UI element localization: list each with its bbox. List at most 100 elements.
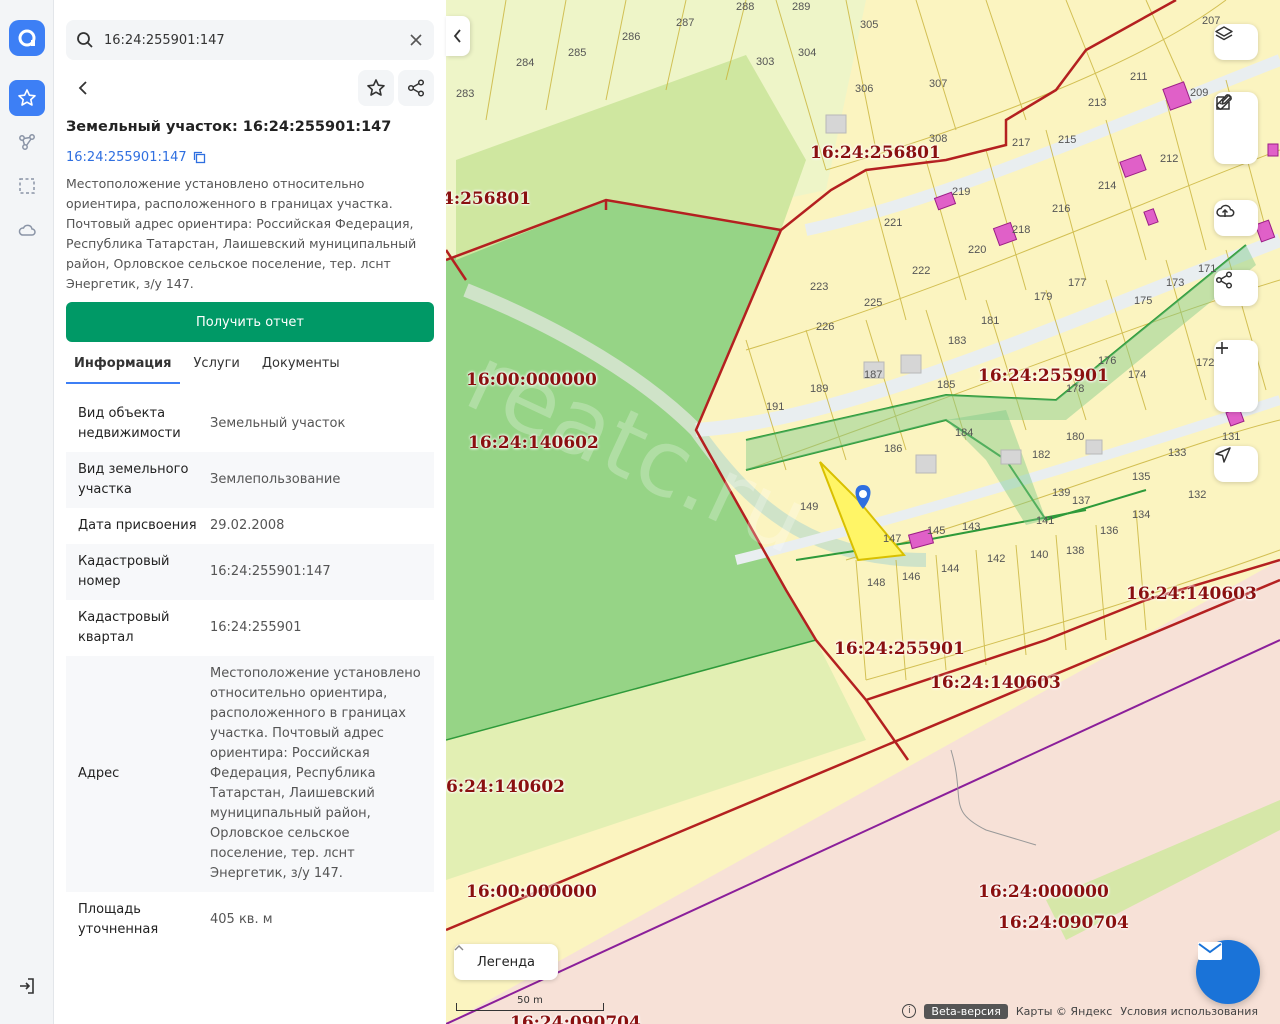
info-icon[interactable]: i	[902, 1004, 917, 1018]
legend-label: Легенда	[476, 954, 536, 970]
parcel-number: 212	[1160, 153, 1179, 165]
collapse-panel-button[interactable]	[446, 16, 470, 56]
share-button[interactable]	[398, 70, 434, 106]
route-icon[interactable]	[9, 124, 45, 160]
parcel-number: 289	[792, 1, 811, 13]
parcel-number: 140	[1030, 549, 1049, 561]
edit-icon[interactable]	[1214, 94, 1258, 164]
layers-control	[1214, 24, 1258, 60]
app-logo-icon[interactable]	[9, 20, 45, 56]
copy-icon[interactable]	[193, 151, 206, 164]
quarter-label: 16:24:256801	[810, 143, 941, 163]
parcel-number: 187	[864, 369, 883, 381]
search-icon	[66, 20, 104, 60]
parcel-number: 148	[867, 577, 886, 589]
parcel-number: 182	[1032, 449, 1051, 461]
share-icon	[407, 79, 425, 97]
parcel-number: 226	[816, 321, 835, 333]
parcel-number: 134	[1132, 509, 1151, 521]
logout-icon[interactable]	[9, 968, 45, 1004]
parcel-number: 177	[1068, 277, 1087, 289]
parcel-number: 133	[1168, 447, 1187, 459]
terms-link[interactable]: Условия использования	[1120, 1005, 1258, 1018]
quarter-label: 16:24:000000	[978, 882, 1109, 902]
table-row: Вид объекта недвижимости Земельный участ…	[66, 396, 434, 452]
row-value: 29.02.2008	[210, 518, 285, 533]
table-row: Кадастровый квартал 16:24:255901	[66, 600, 434, 656]
parcel-number: 178	[1066, 383, 1085, 395]
search-bar	[66, 20, 434, 60]
close-icon[interactable]	[398, 20, 434, 60]
parcel-number: 138	[1066, 545, 1085, 557]
scale-bar	[456, 1003, 604, 1011]
parcel-number: 174	[1128, 369, 1147, 381]
row-key: Кадастровый квартал	[78, 610, 170, 645]
row-value: 16:24:255901	[210, 620, 302, 635]
parcel-number: 180	[1066, 431, 1085, 443]
parcel-number: 215	[1058, 134, 1077, 146]
info-table: Вид объекта недвижимости Земельный участ…	[66, 396, 434, 948]
table-row: Кадастровый номер 16:24:255901:147	[66, 544, 434, 600]
navigation-arrow-icon[interactable]	[1214, 446, 1258, 482]
parcel-number: 214	[1098, 180, 1117, 192]
share-icon[interactable]	[1214, 270, 1258, 306]
parcel-number: 143	[962, 521, 981, 533]
row-value: Земельный участок	[210, 416, 346, 431]
quarter-label: 16:24:255901	[834, 639, 965, 659]
star-icon	[367, 79, 385, 96]
get-report-button[interactable]: Получить отчет	[66, 302, 434, 342]
quarter-label: 16:24:140603	[1126, 584, 1257, 604]
quarter-label: 16:24:255901	[978, 366, 1109, 386]
row-key: Вид земельного участка	[78, 462, 189, 497]
cloud-upload-icon[interactable]	[1214, 200, 1258, 236]
table-row: Вид земельного участка Землепользование	[66, 452, 434, 508]
favorites-icon[interactable]	[9, 80, 45, 116]
chevron-left-icon	[453, 29, 461, 43]
cadastral-number-link[interactable]: 16:24:255901:147	[66, 150, 206, 165]
parcel-number: 179	[1034, 291, 1053, 303]
cloud-icon[interactable]	[9, 212, 45, 248]
search-input[interactable]	[104, 20, 398, 60]
upload-control	[1214, 200, 1258, 236]
parcel-number: 288	[736, 1, 755, 13]
parcel-number: 285	[568, 47, 587, 59]
parcel-number: 283	[456, 88, 475, 100]
parcel-number: 217	[1012, 137, 1031, 149]
beta-badge: Beta-версия	[924, 1003, 1008, 1019]
back-button[interactable]	[66, 70, 102, 106]
parcel-number: 144	[941, 563, 960, 575]
parcel-number: 137	[1072, 495, 1091, 507]
chevron-up-icon	[454, 945, 464, 951]
parcel-number: 219	[952, 186, 971, 198]
map-attribution[interactable]: Карты © Яндекс	[1016, 1005, 1113, 1018]
row-value: 16:24:255901:147	[210, 564, 331, 579]
row-key: Вид объекта недвижимости	[78, 406, 181, 441]
left-rail	[0, 0, 54, 1024]
zoom-out-icon[interactable]	[1214, 347, 1258, 412]
cadastral-number-text[interactable]: 16:24:255901:147	[66, 150, 187, 165]
parcel-number: 141	[1036, 515, 1055, 527]
parcel-number: 284	[516, 57, 535, 69]
cadastral-map[interactable]: reatc.ru 16:24:256801 4:256801 16:00:000…	[446, 0, 1280, 1024]
parcel-number: 135	[1132, 471, 1151, 483]
favorite-button[interactable]	[358, 70, 394, 106]
area-select-icon[interactable]	[9, 168, 45, 204]
feedback-button[interactable]	[1196, 940, 1260, 1004]
parcel-number: 136	[1100, 525, 1119, 537]
parcel-number: 175	[1134, 295, 1153, 307]
tab-documents[interactable]: Документы	[254, 348, 348, 384]
quarter-label: 16:00:000000	[466, 370, 597, 390]
parcel-number: 139	[1052, 487, 1071, 499]
object-description: Местоположение установлено относительно …	[66, 176, 417, 291]
row-value: Землепользование	[210, 472, 341, 487]
parcel-number: 303	[756, 56, 775, 68]
table-row: Площадь уточненная 405 кв. м	[66, 892, 434, 948]
parcel-number: 218	[1012, 224, 1031, 236]
tab-services[interactable]: Услуги	[186, 348, 248, 384]
tab-information[interactable]: Информация	[66, 348, 180, 384]
layers-icon[interactable]	[1214, 24, 1258, 60]
quarter-label: 16:24:090704	[998, 913, 1129, 933]
parcel-number: 176	[1098, 355, 1117, 367]
zoom-control	[1214, 340, 1258, 412]
legend-button[interactable]: Легенда	[454, 944, 558, 980]
